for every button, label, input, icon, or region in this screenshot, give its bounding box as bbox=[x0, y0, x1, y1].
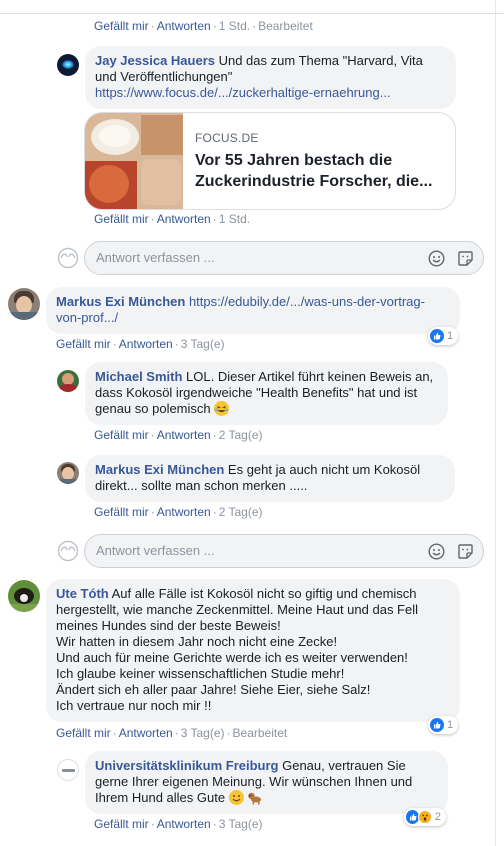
reaction-count[interactable]: 1 bbox=[428, 716, 459, 734]
reply-placeholder: Antwort verfassen ... bbox=[96, 543, 215, 558]
dog-emoji-icon bbox=[247, 790, 263, 805]
reply-link[interactable]: Antworten bbox=[119, 337, 173, 351]
comment-actions: Gefällt mir · Antworten · 3 Tag(e) · Bearbeite… bbox=[56, 726, 288, 740]
like-link[interactable]: Gefällt mir bbox=[94, 817, 149, 831]
smiling-emoji-icon bbox=[228, 790, 244, 805]
like-link[interactable]: Gefällt mir bbox=[56, 337, 111, 351]
comment-bubble: Markus Exi München Es geht ja auch nicht… bbox=[85, 455, 455, 502]
comment-actions: Gefällt mir · Antworten · 1 Std. · Bearbeitet bbox=[94, 19, 313, 33]
reply-link[interactable]: Antworten bbox=[157, 428, 211, 442]
comment-author[interactable]: Michael Smith bbox=[95, 369, 182, 384]
comment-actions: Gefällt mir · Antworten · 3 Tag(e) bbox=[56, 337, 225, 351]
comment-text: Ich glaube keiner wissenschaftlichen Stu… bbox=[56, 666, 345, 681]
comment-actions: Gefällt mir · Antworten · 3 Tag(e) bbox=[94, 817, 263, 831]
comment-author[interactable]: Markus Exi München bbox=[95, 462, 224, 477]
edited-label: Bearbeitet bbox=[232, 726, 288, 740]
reply-link[interactable]: Antworten bbox=[119, 726, 173, 740]
comment-text: Und auch für meine Gerichte werde ich es… bbox=[56, 650, 408, 665]
avatar[interactable] bbox=[8, 288, 40, 320]
comment-text: meines Hundes sind der beste Beweis! bbox=[56, 618, 281, 633]
avatar[interactable] bbox=[8, 580, 40, 612]
avatar[interactable] bbox=[57, 462, 79, 484]
comment-actions: Gefällt mir · Antworten · 2 Tag(e) bbox=[94, 505, 263, 519]
comment-bubble: Jay Jessica Hauers Und das zum Thema "Ha… bbox=[85, 46, 456, 109]
top-divider bbox=[0, 0, 504, 14]
reaction-number: 1 bbox=[447, 330, 454, 342]
comment-bubble: Ute Tóth Auf alle Fälle ist Kokosöl nich… bbox=[46, 579, 460, 722]
comment-link[interactable]: https://www.focus.de/.../zuckerhaltige-e… bbox=[95, 85, 391, 100]
timestamp[interactable]: 3 Tag(e) bbox=[219, 817, 263, 831]
comment-bubble: Michael Smith LOL. Dieser Artikel führt … bbox=[85, 362, 448, 425]
like-link[interactable]: Gefällt mir bbox=[94, 505, 149, 519]
link-preview-card[interactable]: FOCUS.DE Vor 55 Jahren bestach die Zucke… bbox=[84, 112, 456, 210]
timestamp[interactable]: 1 Std. bbox=[219, 19, 250, 33]
reaction-number: 1 bbox=[447, 719, 454, 731]
like-link[interactable]: Gefällt mir bbox=[94, 212, 149, 226]
like-link[interactable]: Gefällt mir bbox=[56, 726, 111, 740]
comment-author[interactable]: Jay Jessica Hauers bbox=[95, 53, 215, 68]
emoji-icon[interactable] bbox=[428, 250, 445, 267]
timestamp[interactable]: 3 Tag(e) bbox=[181, 726, 225, 740]
edited-label: Bearbeitet bbox=[258, 19, 313, 33]
comment-author[interactable]: Universitätsklinikum Freiburg bbox=[95, 758, 279, 773]
like-link[interactable]: Gefällt mir bbox=[94, 19, 149, 33]
timestamp[interactable]: 1 Std. bbox=[219, 212, 250, 226]
like-reaction-icon bbox=[406, 810, 420, 824]
scroll-edge bbox=[495, 0, 496, 846]
timestamp[interactable]: 2 Tag(e) bbox=[219, 505, 263, 519]
link-preview-title[interactable]: Vor 55 Jahren bestach die Zuckerindustri… bbox=[195, 150, 447, 192]
wow-reaction-icon bbox=[418, 810, 432, 824]
sticker-icon[interactable] bbox=[457, 543, 474, 560]
timestamp[interactable]: 2 Tag(e) bbox=[219, 428, 263, 442]
reply-link[interactable]: Antworten bbox=[157, 505, 211, 519]
comment-text: hergestellt, wie manche Zeckenmittel. Me… bbox=[56, 602, 419, 617]
reaction-number: 2 bbox=[434, 811, 441, 823]
comment-author[interactable]: Markus Exi München bbox=[56, 294, 185, 309]
user-avatar-icon bbox=[57, 247, 79, 269]
reply-link[interactable]: Antworten bbox=[157, 817, 211, 831]
link-preview-source: FOCUS.DE bbox=[195, 131, 259, 145]
comment-author[interactable]: Ute Tóth bbox=[56, 586, 109, 601]
comment-text: Wir hatten in diesem Jahr noch nicht ein… bbox=[56, 634, 338, 649]
comment-actions: Gefällt mir · Antworten · 2 Tag(e) bbox=[94, 428, 263, 442]
emoji-icon[interactable] bbox=[428, 543, 445, 560]
reaction-count[interactable]: 1 bbox=[428, 327, 459, 345]
comment-bubble: Universitätsklinikum Freiburg Genau, ver… bbox=[85, 751, 448, 814]
laughing-emoji-icon bbox=[214, 401, 230, 416]
reaction-count[interactable]: 2 bbox=[404, 808, 446, 826]
comment-bubble: Markus Exi München https://edubily.de/..… bbox=[46, 287, 460, 334]
comment-text: Ändert sich eh aller paar Jahre! Siehe E… bbox=[56, 682, 371, 697]
user-avatar-icon bbox=[57, 540, 79, 562]
comment-actions: Gefällt mir · Antworten · 1 Std. bbox=[94, 212, 251, 226]
sticker-icon[interactable] bbox=[457, 250, 474, 267]
reply-placeholder: Antwort verfassen ... bbox=[96, 250, 215, 265]
like-reaction-icon bbox=[430, 718, 444, 732]
avatar[interactable] bbox=[57, 759, 79, 781]
reply-link[interactable]: Antworten bbox=[157, 19, 211, 33]
like-link[interactable]: Gefällt mir bbox=[94, 428, 149, 442]
avatar[interactable] bbox=[57, 54, 79, 76]
avatar[interactable] bbox=[57, 370, 79, 392]
comment-text: Ich vertraue nur noch mir !! bbox=[56, 698, 212, 713]
reply-input[interactable]: Antwort verfassen ... bbox=[84, 534, 484, 568]
like-reaction-icon bbox=[430, 329, 444, 343]
timestamp[interactable]: 3 Tag(e) bbox=[181, 337, 225, 351]
comment-text: Auf alle Fälle ist Kokosöl nicht so gift… bbox=[108, 586, 417, 601]
link-preview-image bbox=[85, 113, 183, 209]
reply-link[interactable]: Antworten bbox=[157, 212, 211, 226]
reply-input[interactable]: Antwort verfassen ... bbox=[84, 241, 484, 275]
